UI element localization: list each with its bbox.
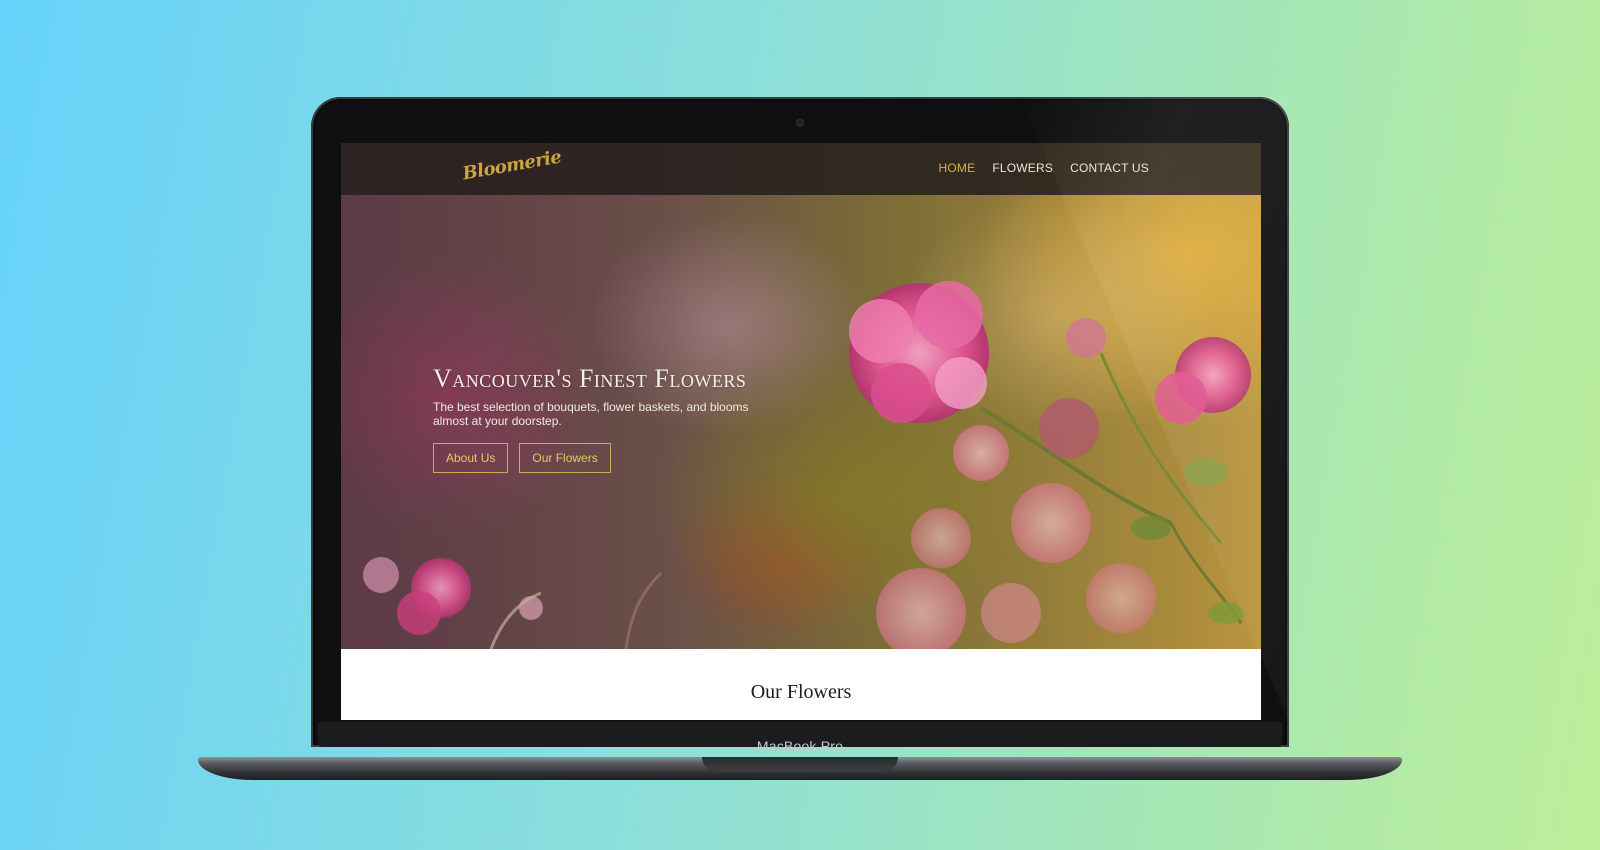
webcam-icon — [797, 120, 803, 126]
brand-logo[interactable]: Bloomerie — [456, 146, 563, 191]
our-flowers-button[interactable]: Our Flowers — [519, 443, 611, 473]
our-flowers-heading: Our Flowers — [750, 681, 852, 703]
laptop-screen: Bloomerie HOME FLOWERS CONTACT US Vancou… — [341, 143, 1261, 720]
hero-title: Vancouver's Finest Flowers — [433, 364, 747, 393]
hero-button-group: About Us Our Flowers — [433, 443, 853, 473]
model-label: MacBook Pro — [756, 738, 844, 754]
laptop-opening-notch — [702, 757, 898, 771]
nav-item-home[interactable]: HOME — [939, 161, 976, 175]
nav-menu: HOME FLOWERS CONTACT US — [939, 161, 1149, 175]
hero-banner: Bloomerie HOME FLOWERS CONTACT US Vancou… — [341, 143, 1261, 649]
nav-item-contact-us[interactable]: CONTACT US — [1070, 161, 1149, 175]
about-us-button[interactable]: About Us — [433, 443, 509, 473]
brand-logo-text: Bloomerie — [460, 146, 563, 185]
nav-item-flowers[interactable]: FLOWERS — [992, 161, 1053, 175]
hero-content: Vancouver's Finest Flowers The best sele… — [433, 364, 853, 473]
site-navbar: Bloomerie HOME FLOWERS CONTACT US — [341, 143, 1261, 195]
hero-subtitle: The best selection of bouquets, flower b… — [433, 400, 749, 428]
